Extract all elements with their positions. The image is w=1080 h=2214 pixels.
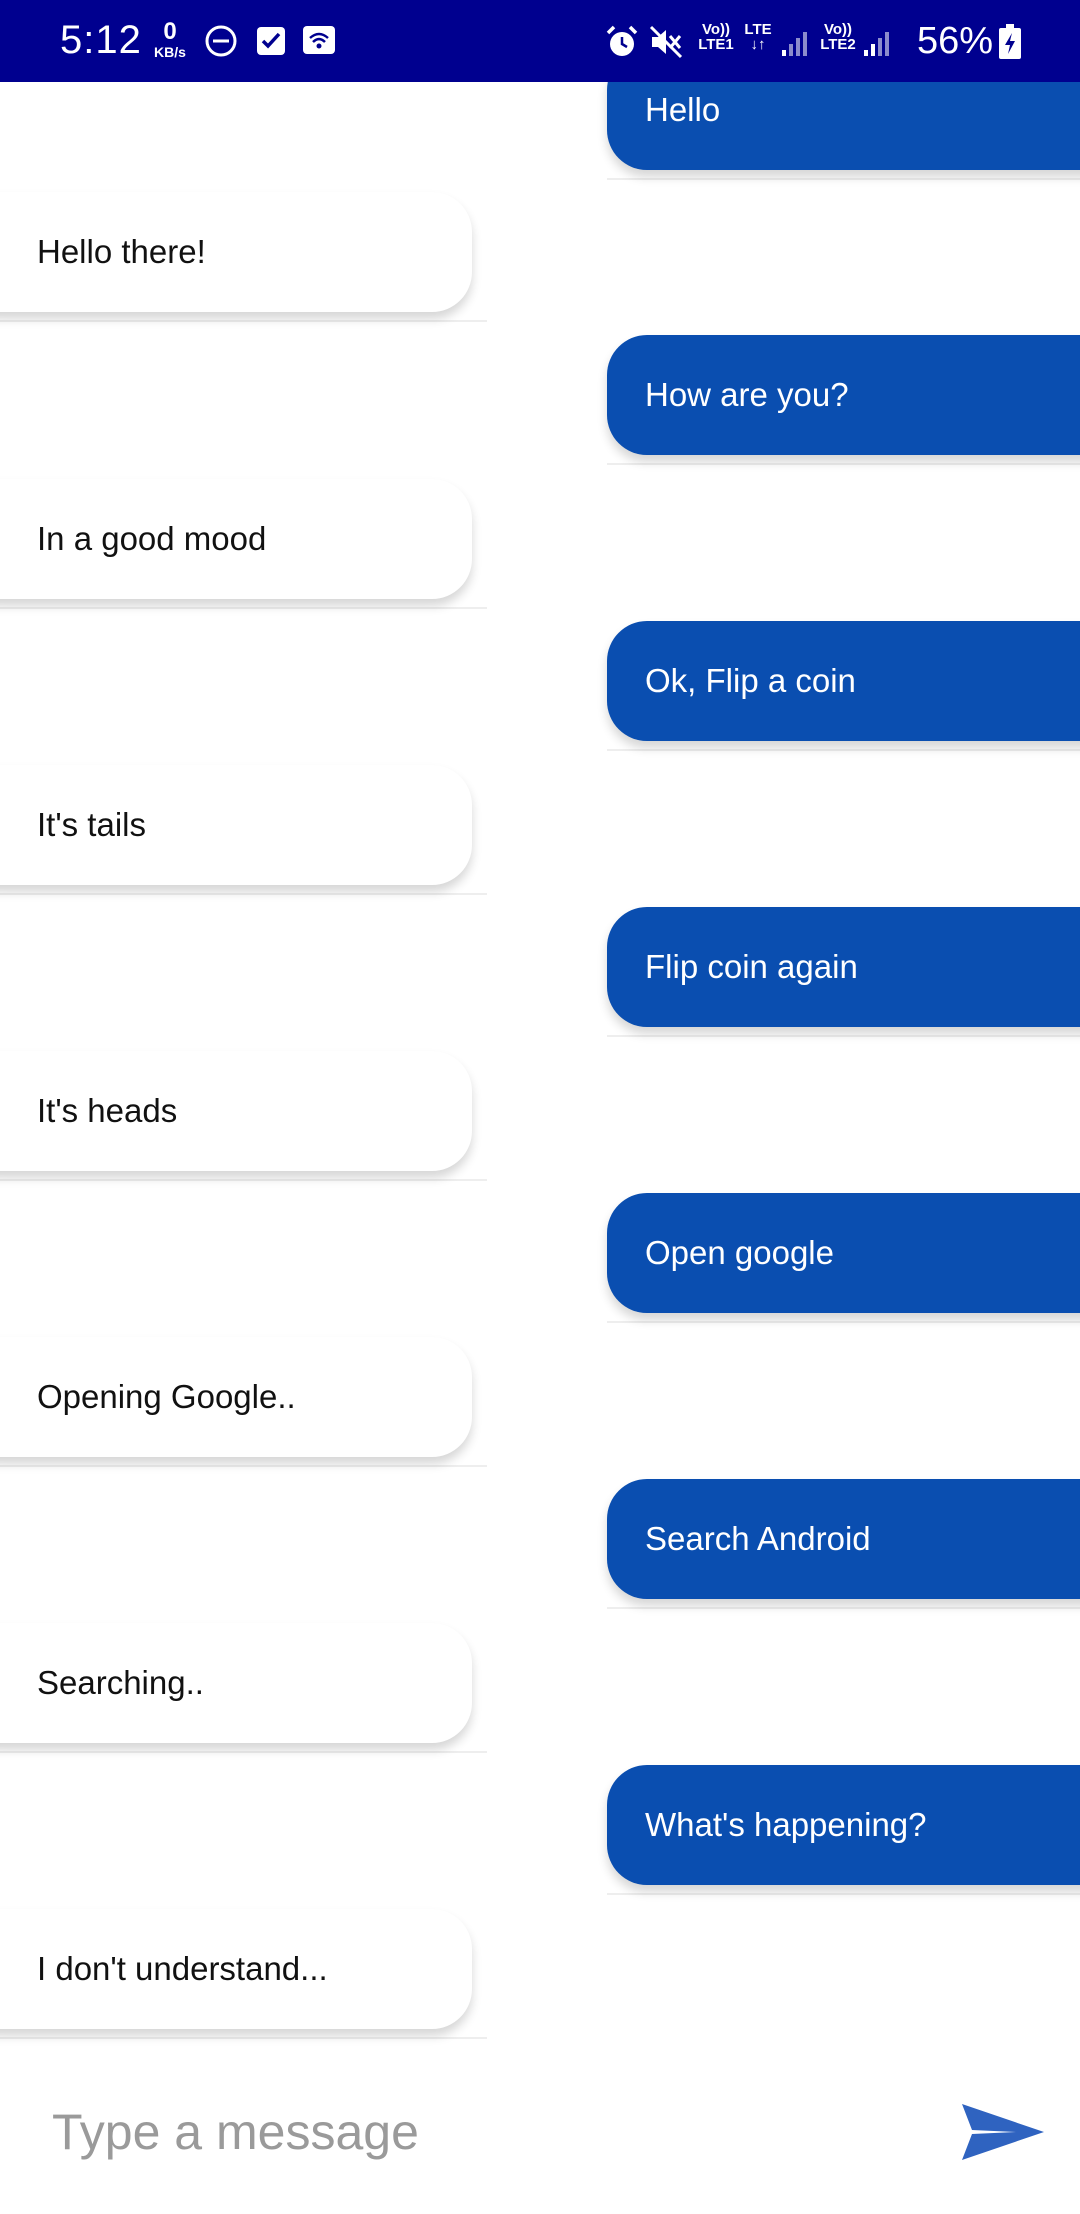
- user-message-bubble: Search Android: [607, 1479, 1080, 1599]
- battery-percent: 56%: [917, 20, 994, 62]
- message-text: It's heads: [37, 1092, 178, 1129]
- user-message-bubble: Ok, Flip a coin: [607, 621, 1080, 741]
- data-arrows-icon: ↓↑: [750, 36, 766, 53]
- status-time: 5:12: [60, 18, 142, 62]
- status-bar: 5:12 0 KB/s Vo)) LTE1 LTE ↓↑ Vo)) LTE2 5…: [0, 0, 1080, 82]
- message-text: Flip coin again: [645, 948, 858, 985]
- message-text: Hello there!: [37, 233, 206, 270]
- message-text: Open google: [645, 1234, 834, 1271]
- message-text: Opening Google..: [37, 1378, 296, 1415]
- battery-charging-icon: [999, 24, 1021, 59]
- message-input[interactable]: [50, 2086, 894, 2178]
- lte-indicator: LTE ↓↑: [740, 22, 776, 52]
- row-divider: [607, 1607, 1080, 1609]
- lte-label: LTE: [744, 21, 772, 38]
- message-text: Ok, Flip a coin: [645, 662, 856, 699]
- sim2-label-top: Vo)): [823, 21, 853, 38]
- bot-message-bubble: In a good mood: [0, 479, 472, 599]
- sim1-indicator: Vo)) LTE1: [694, 22, 738, 52]
- network-speed: 0 KB/s: [150, 18, 190, 61]
- user-message-bubble: Flip coin again: [607, 907, 1080, 1027]
- row-divider: [607, 463, 1080, 465]
- chat-list[interactable]: Hello Hello there! How are you? In a goo…: [0, 0, 1080, 2214]
- send-icon: [962, 2104, 1044, 2160]
- row-divider: [0, 1751, 487, 1753]
- signal-icon: [864, 32, 889, 56]
- user-message-bubble: What's happening?: [607, 1765, 1080, 1885]
- row-divider: [607, 1321, 1080, 1323]
- bot-message-bubble: Opening Google..: [0, 1337, 472, 1457]
- message-text: I don't understand...: [37, 1950, 328, 1987]
- network-speed-unit: KB/s: [154, 44, 186, 60]
- row-divider: [0, 1179, 487, 1181]
- sim1-label-bottom: LTE1: [698, 36, 734, 53]
- row-divider: [0, 2037, 487, 2039]
- bot-message-bubble: It's heads: [0, 1051, 472, 1171]
- bot-message-bubble: I don't understand...: [0, 1909, 472, 2029]
- message-composer: [0, 2046, 1080, 2214]
- dnd-icon: [205, 25, 237, 57]
- message-text: In a good mood: [37, 520, 267, 557]
- message-text: How are you?: [645, 376, 849, 413]
- sim1-label-top: Vo)): [701, 21, 731, 38]
- row-divider: [607, 1893, 1080, 1895]
- row-divider: [0, 320, 487, 322]
- sim2-label-bottom: LTE2: [820, 36, 856, 53]
- row-divider: [0, 607, 487, 609]
- message-text: It's tails: [37, 806, 146, 843]
- row-divider: [607, 1035, 1080, 1037]
- alarm-icon: [606, 25, 638, 56]
- sim2-indicator: Vo)) LTE2: [816, 22, 860, 52]
- message-text: Search Android: [645, 1520, 871, 1557]
- row-divider: [0, 893, 487, 895]
- checkbox-icon: [257, 27, 285, 55]
- message-text: Searching..: [37, 1664, 204, 1701]
- message-text: What's happening?: [645, 1806, 927, 1843]
- send-button[interactable]: [958, 2098, 1048, 2168]
- bot-message-bubble: Hello there!: [0, 192, 472, 312]
- bot-message-bubble: Searching..: [0, 1623, 472, 1743]
- row-divider: [607, 178, 1080, 180]
- message-text: Hello: [645, 91, 721, 128]
- bot-message-bubble: It's tails: [0, 765, 472, 885]
- user-message-bubble: Open google: [607, 1193, 1080, 1313]
- signal-icon: [782, 32, 807, 56]
- user-message-bubble: How are you?: [607, 335, 1080, 455]
- row-divider: [0, 1465, 487, 1467]
- wifi-calling-icon: [303, 26, 335, 54]
- mute-icon: [649, 25, 683, 59]
- network-speed-value: 0: [163, 18, 177, 45]
- row-divider: [607, 749, 1080, 751]
